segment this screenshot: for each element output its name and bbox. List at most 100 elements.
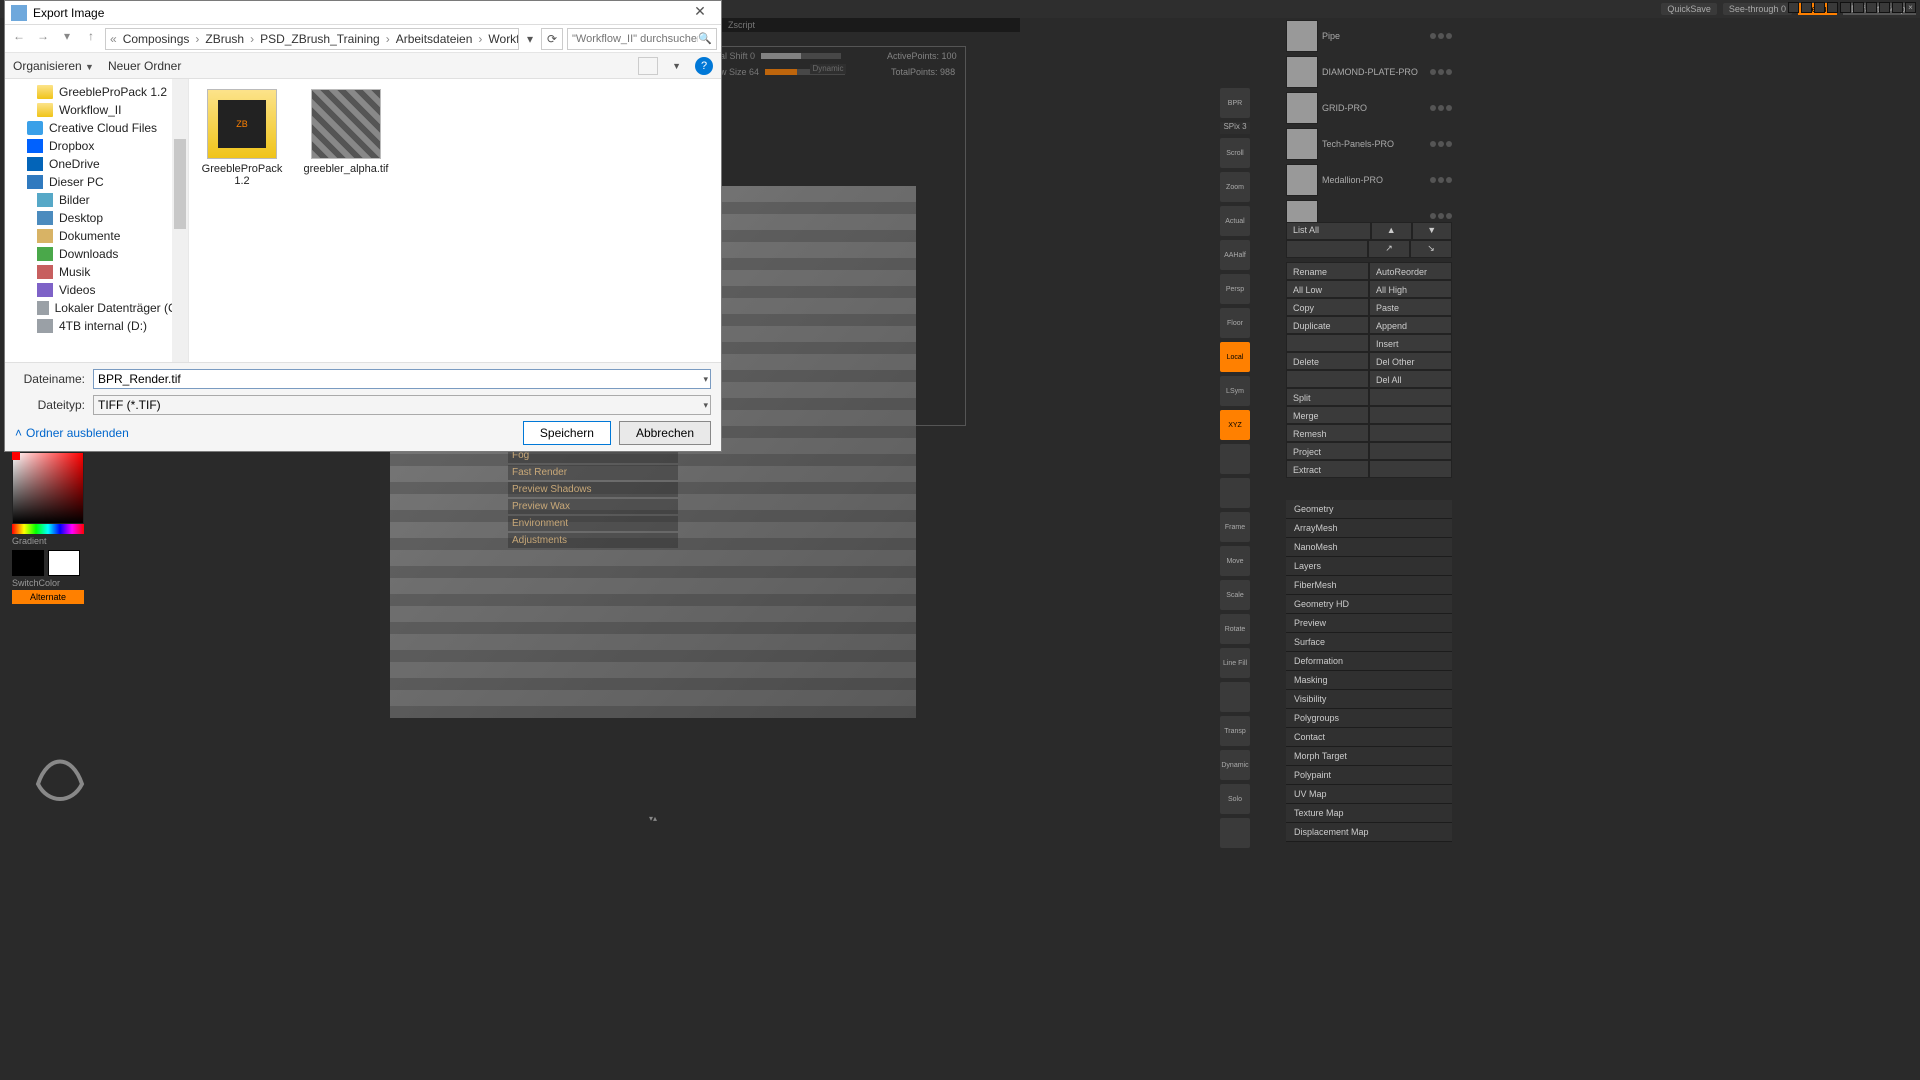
tree-item[interactable]: 4TB internal (D:) [5,317,188,335]
toolbar-lsym[interactable]: LSym [1220,376,1250,406]
tree-item[interactable]: Creative Cloud Files [5,119,188,137]
alpha-toggles[interactable] [1430,69,1452,75]
color-picker[interactable] [12,452,84,524]
toolbar-floor[interactable]: Floor [1220,308,1250,338]
filetype-dropdown-icon[interactable]: ▾ [703,400,708,411]
render-fast[interactable]: Fast Render [508,465,678,480]
view-options-button[interactable] [638,57,658,75]
del-all-button[interactable]: Del All [1369,370,1452,388]
alpha-row[interactable]: DIAMOND-PLATE-PRO [1286,54,1452,90]
tree-item[interactable]: OneDrive [5,155,188,173]
alpha-row[interactable]: GRID-PRO [1286,90,1452,126]
search-field[interactable]: 🔍 [567,28,717,50]
accordion-visibility[interactable]: Visibility [1286,690,1452,709]
wc8[interactable] [1879,2,1890,13]
autoreorder-button[interactable]: AutoReorder [1369,262,1452,280]
organize-menu[interactable]: Organisieren ▼ [13,59,94,73]
tree-item[interactable]: Dokumente [5,227,188,245]
view-dropdown[interactable]: ▼ [672,61,681,71]
accordion-masking[interactable]: Masking [1286,671,1452,690]
crumb-1[interactable]: ZBrush [201,32,248,46]
wc4[interactable] [1827,2,1838,13]
toolbar-solo[interactable]: Solo [1220,784,1250,814]
toolbar-move[interactable]: Move [1220,546,1250,576]
accordion-preview[interactable]: Preview [1286,614,1452,633]
del-other-button[interactable]: Del Other [1369,352,1452,370]
refresh-button[interactable]: ⟳ [541,28,563,50]
toolbar-rotate[interactable]: Rotate [1220,614,1250,644]
wc-close[interactable]: × [1905,2,1916,13]
alpha-thumb[interactable] [1286,20,1318,52]
tree-item[interactable]: Dieser PC [5,173,188,191]
nav-forward-button[interactable]: → [33,29,53,49]
canvas-bottom-handle[interactable]: ▾▴ [390,814,916,824]
nav-recent-dropdown[interactable]: ▾ [57,29,77,49]
accordion-geometry-hd[interactable]: Geometry HD [1286,595,1452,614]
render-preview-shadows[interactable]: Preview Shadows [508,482,678,497]
accordion-arraymesh[interactable]: ArrayMesh [1286,519,1452,538]
toolbar-slot22[interactable] [1220,818,1250,848]
alpha-row[interactable]: Medallion-PRO [1286,162,1452,198]
project-button[interactable]: Project [1286,442,1369,460]
move-top-button[interactable]: ▲ [1371,222,1412,240]
save-button[interactable]: Speichern [523,421,611,445]
tree-scrollbar[interactable] [172,79,188,362]
filetype-field[interactable]: TIFF (*.TIF) ▾ [93,395,711,415]
alpha-toggles[interactable] [1430,177,1452,183]
alpha-toggles[interactable] [1430,105,1452,111]
alpha-toggles[interactable] [1430,33,1452,39]
move-up-button[interactable]: ↗ [1368,240,1410,258]
wc6[interactable] [1853,2,1864,13]
wc5[interactable] [1840,2,1851,13]
file-item[interactable]: ZBGreebleProPack 1.2 [199,89,285,187]
all-low-button[interactable]: All Low [1286,280,1369,298]
toolbar-scroll[interactable]: Scroll [1220,138,1250,168]
accordion-deformation[interactable]: Deformation [1286,652,1452,671]
move-down-button[interactable]: ↘ [1410,240,1452,258]
help-button[interactable]: ? [695,57,713,75]
tree-item[interactable]: Musik [5,263,188,281]
alpha-toggles[interactable] [1430,213,1452,219]
spix-readout[interactable]: SPix 3 [1220,122,1250,134]
accordion-texture-map[interactable]: Texture Map [1286,804,1452,823]
accordion-contact[interactable]: Contact [1286,728,1452,747]
accordion-layers[interactable]: Layers [1286,557,1452,576]
delete-button[interactable]: Delete [1286,352,1369,370]
tree-item[interactable]: Downloads [5,245,188,263]
toolbar-aahalf[interactable]: AAHalf [1220,240,1250,270]
accordion-fibermesh[interactable]: FiberMesh [1286,576,1452,595]
paste-button[interactable]: Paste [1369,298,1452,316]
render-adjustments[interactable]: Adjustments [508,533,678,548]
wc7[interactable] [1866,2,1877,13]
move-bottom-button[interactable]: ▼ [1412,222,1453,240]
wc3[interactable] [1814,2,1825,13]
accordion-displacement-map[interactable]: Displacement Map [1286,823,1452,842]
folder-tree[interactable]: GreebleProPack 1.2Workflow_IICreative Cl… [5,79,189,362]
seethrough-toggle[interactable]: See-through 0 [1723,3,1792,15]
all-high-button[interactable]: All High [1369,280,1452,298]
accordion-polypaint[interactable]: Polypaint [1286,766,1452,785]
remesh-button[interactable]: Remesh [1286,424,1369,442]
render-preview-wax[interactable]: Preview Wax [508,499,678,514]
tree-item[interactable]: GreebleProPack 1.2 [5,83,188,101]
file-item[interactable]: greebler_alpha.tif [303,89,389,175]
hue-bar[interactable] [12,524,84,534]
accordion-nanomesh[interactable]: NanoMesh [1286,538,1452,557]
toolbar-slot11[interactable] [1220,444,1250,474]
merge-button[interactable]: Merge [1286,406,1369,424]
accordion-surface[interactable]: Surface [1286,633,1452,652]
quicksave-button[interactable]: QuickSave [1661,3,1717,15]
tree-item[interactable]: Bilder [5,191,188,209]
file-list[interactable]: ZBGreebleProPack 1.2greebler_alpha.tif [189,79,721,362]
tree-item[interactable]: Desktop [5,209,188,227]
wc1[interactable] [1788,2,1799,13]
render-environment[interactable]: Environment [508,516,678,531]
alternate-button[interactable]: Alternate [12,590,84,604]
crumb-4[interactable]: Workflow_II [484,32,519,46]
nav-back-button[interactable]: ← [9,29,29,49]
toolbar-actual[interactable]: Actual [1220,206,1250,236]
crumb-3[interactable]: Arbeitsdateien [392,32,477,46]
toolbar-scale[interactable]: Scale [1220,580,1250,610]
accordion-uv-map[interactable]: UV Map [1286,785,1452,804]
toolbar-dynamic[interactable]: Dynamic [1220,750,1250,780]
